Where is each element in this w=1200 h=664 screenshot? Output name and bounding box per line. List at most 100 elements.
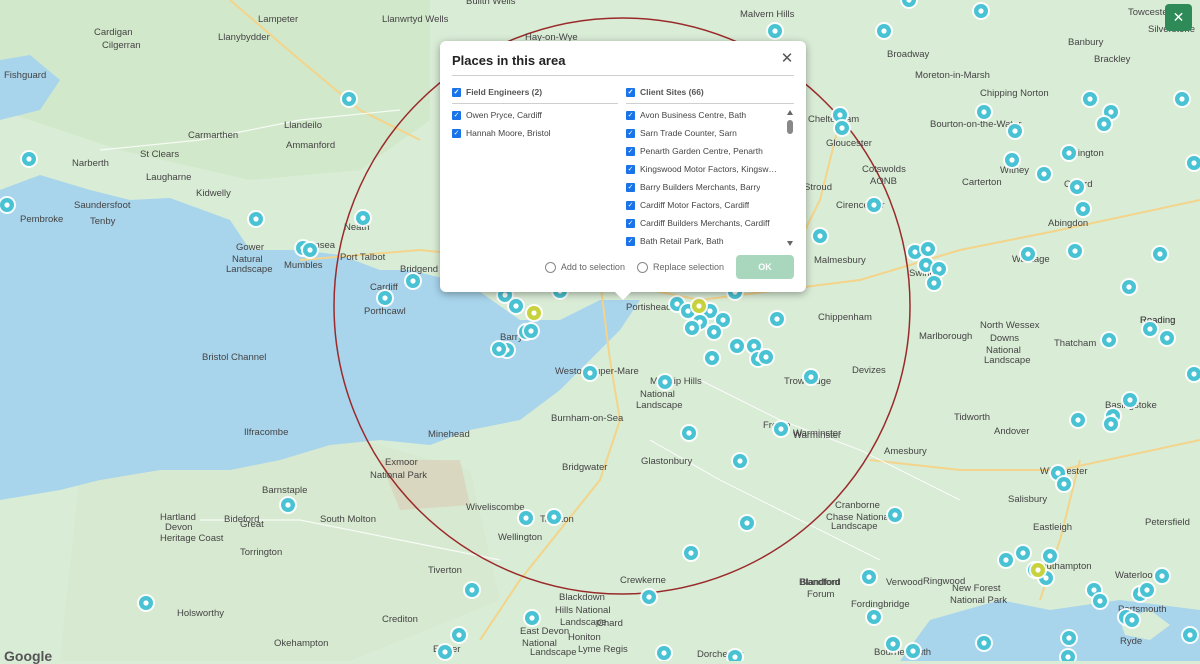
checkbox-icon[interactable]: ✓ — [626, 236, 635, 246]
client-site-marker[interactable] — [1006, 122, 1024, 140]
ok-button[interactable]: OK — [736, 255, 794, 279]
client-site-marker[interactable] — [1100, 331, 1118, 349]
client-site-marker[interactable] — [450, 626, 468, 644]
client-site-marker[interactable] — [301, 241, 319, 259]
client-site-marker[interactable] — [682, 544, 700, 562]
sites-list[interactable]: ✓ Avon Business Centre, Bath ✓ Sarn Trade … — [626, 106, 794, 250]
client-site-marker[interactable] — [340, 90, 358, 108]
client-site-marker[interactable] — [728, 337, 746, 355]
client-site-marker[interactable] — [1081, 90, 1099, 108]
site-item[interactable]: ✓ Avon Business Centre, Bath — [626, 106, 780, 124]
client-site-marker[interactable] — [1158, 329, 1176, 347]
sites-scrollbar[interactable] — [786, 110, 794, 246]
client-site-marker[interactable] — [1060, 629, 1078, 647]
client-site-marker[interactable] — [731, 452, 749, 470]
site-item[interactable]: ✓ Barry Builders Merchants, Barry — [626, 178, 780, 196]
client-site-marker[interactable] — [1019, 245, 1037, 263]
engineer-item[interactable]: ✓ Hannah Moore, Bristol — [452, 124, 618, 142]
client-site-marker[interactable] — [1123, 611, 1141, 629]
client-site-marker[interactable] — [975, 103, 993, 121]
client-site-marker[interactable] — [1074, 200, 1092, 218]
client-site-marker[interactable] — [1121, 391, 1139, 409]
site-item[interactable]: ✓ Penarth Garden Centre, Penarth — [626, 142, 780, 160]
checkbox-icon[interactable]: ✓ — [452, 128, 461, 138]
client-site-marker[interactable] — [137, 594, 155, 612]
field-engineer-marker[interactable] — [1029, 561, 1047, 579]
client-site-marker[interactable] — [925, 274, 943, 292]
fullscreen-button[interactable]: ✕ — [1165, 4, 1192, 31]
client-site-marker[interactable] — [1041, 547, 1059, 565]
client-site-marker[interactable] — [1055, 475, 1073, 493]
client-site-marker[interactable] — [523, 609, 541, 627]
client-site-marker[interactable] — [1138, 581, 1156, 599]
client-site-marker[interactable] — [1120, 278, 1138, 296]
client-site-marker[interactable] — [1102, 415, 1120, 433]
client-site-marker[interactable] — [886, 506, 904, 524]
checkbox-icon[interactable]: ✓ — [626, 218, 635, 228]
client-site-marker[interactable] — [1014, 544, 1032, 562]
client-site-marker[interactable] — [656, 373, 674, 391]
client-site-marker[interactable] — [279, 496, 297, 514]
client-site-marker[interactable] — [640, 588, 658, 606]
client-site-marker[interactable] — [833, 119, 851, 137]
checkbox-icon[interactable]: ✓ — [626, 110, 635, 120]
client-site-marker[interactable] — [738, 514, 756, 532]
client-site-marker[interactable] — [972, 2, 990, 20]
client-site-marker[interactable] — [581, 364, 599, 382]
client-site-marker[interactable] — [404, 272, 422, 290]
client-site-marker[interactable] — [1153, 567, 1171, 585]
scroll-up-icon[interactable] — [787, 110, 793, 115]
client-site-marker[interactable] — [1095, 115, 1113, 133]
client-site-marker[interactable] — [919, 240, 937, 258]
sites-header[interactable]: ✓ Client Sites (66) — [626, 85, 794, 99]
client-site-marker[interactable] — [766, 22, 784, 40]
client-site-marker[interactable] — [975, 634, 993, 652]
client-site-marker[interactable] — [683, 319, 701, 337]
client-site-marker[interactable] — [860, 568, 878, 586]
checkbox-icon[interactable]: ✓ — [626, 164, 635, 174]
checkbox-icon[interactable]: ✓ — [626, 182, 635, 192]
client-site-marker[interactable] — [545, 508, 563, 526]
client-site-marker[interactable] — [1003, 151, 1021, 169]
client-site-marker[interactable] — [1060, 144, 1078, 162]
client-site-marker[interactable] — [1069, 411, 1087, 429]
checkbox-icon[interactable]: ✓ — [626, 128, 635, 138]
client-site-marker[interactable] — [705, 323, 723, 341]
radio-icon[interactable] — [636, 261, 648, 273]
client-site-marker[interactable] — [517, 509, 535, 527]
client-site-marker[interactable] — [811, 227, 829, 245]
client-site-marker[interactable] — [490, 340, 508, 358]
client-site-marker[interactable] — [997, 551, 1015, 569]
client-site-marker[interactable] — [757, 348, 775, 366]
client-site-marker[interactable] — [1035, 165, 1053, 183]
client-site-marker[interactable] — [1181, 626, 1199, 644]
client-site-marker[interactable] — [680, 424, 698, 442]
engineer-item[interactable]: ✓ Owen Pryce, Cardiff — [452, 106, 618, 124]
close-icon[interactable]: ✕ — [780, 51, 794, 66]
add-to-selection-option[interactable]: Add to selection — [544, 261, 625, 273]
client-site-marker[interactable] — [1091, 592, 1109, 610]
field-engineer-marker[interactable] — [525, 304, 543, 322]
scroll-down-icon[interactable] — [787, 241, 793, 246]
client-site-marker[interactable] — [875, 22, 893, 40]
field-engineer-marker[interactable] — [690, 297, 708, 315]
checkbox-icon[interactable]: ✓ — [626, 200, 635, 210]
engineers-header[interactable]: ✓ Field Engineers (2) — [452, 85, 618, 99]
client-site-marker[interactable] — [865, 608, 883, 626]
client-site-marker[interactable] — [354, 209, 372, 227]
client-site-marker[interactable] — [1173, 90, 1191, 108]
client-site-marker[interactable] — [507, 297, 525, 315]
client-site-marker[interactable] — [463, 581, 481, 599]
checkbox-icon[interactable]: ✓ — [626, 87, 635, 97]
client-site-marker[interactable] — [703, 349, 721, 367]
site-item[interactable]: ✓ Sarn Trade Counter, Sarn — [626, 124, 780, 142]
site-item[interactable]: ✓ Bath Retail Park, Bath — [626, 232, 780, 250]
client-site-marker[interactable] — [1066, 242, 1084, 260]
site-item[interactable]: ✓ Cardiff Builders Merchants, Cardiff — [626, 214, 780, 232]
checkbox-icon[interactable]: ✓ — [452, 87, 461, 97]
scroll-thumb[interactable] — [787, 120, 793, 134]
client-site-marker[interactable] — [20, 150, 38, 168]
radio-icon[interactable] — [544, 261, 556, 273]
client-site-marker[interactable] — [1068, 178, 1086, 196]
replace-selection-option[interactable]: Replace selection — [636, 261, 724, 273]
